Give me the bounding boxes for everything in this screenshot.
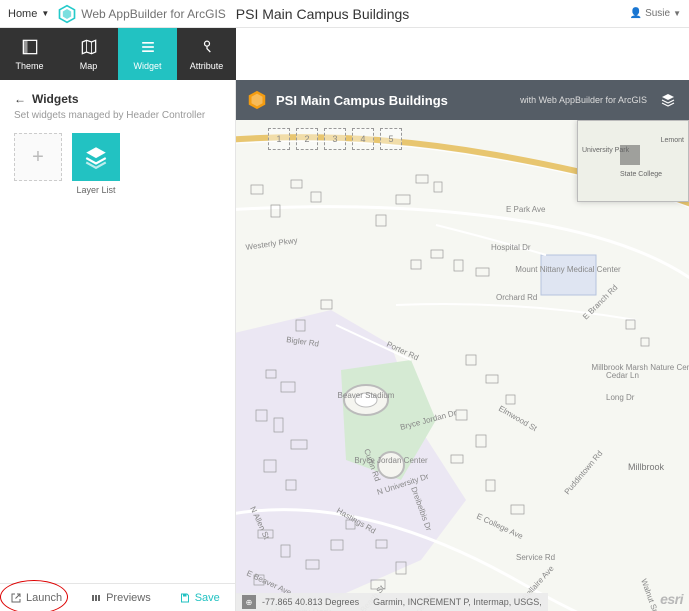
save-icon	[179, 592, 191, 604]
ov-label: University Park	[582, 147, 629, 154]
tab-map[interactable]: Map	[59, 28, 118, 80]
user-menu[interactable]: 👤 Susie ▼	[630, 8, 681, 19]
config-tabs: Theme Map Widget Attribute	[0, 28, 689, 80]
tab-attribute[interactable]: Attribute	[177, 28, 236, 80]
previews-icon	[90, 592, 102, 604]
tab-theme[interactable]: Theme	[0, 28, 59, 80]
previews-label: Previews	[106, 592, 151, 604]
coord-toggle-button[interactable]: ⊕	[242, 595, 256, 609]
save-button[interactable]: Save	[179, 592, 220, 604]
caret-down-icon: ▼	[673, 9, 681, 18]
layers-icon	[659, 91, 677, 109]
slot-3[interactable]: 3	[324, 128, 346, 150]
overview-map[interactable]: University Park State College Lemont	[577, 120, 689, 202]
layers-icon	[83, 144, 109, 170]
panel-title: Widgets	[32, 92, 79, 106]
ov-label: State College	[620, 171, 662, 178]
widget-panel: ← Widgets Set widgets managed by Header …	[0, 80, 236, 611]
road-label: Long Dr	[606, 393, 635, 402]
ov-label: Lemont	[661, 137, 684, 144]
widget-slots: 1 2 3 4 5	[268, 128, 402, 150]
map-title: PSI Main Campus Buildings	[276, 93, 448, 108]
home-link[interactable]: Home ▼	[8, 8, 49, 20]
attribution-text: Garmin, INCREMENT P, Intermap, USGS,	[373, 597, 542, 607]
user-icon: 👤	[630, 8, 642, 19]
map-label: Millbrook	[628, 462, 665, 472]
road-label: Cedar Ln	[606, 371, 639, 380]
road-label: E Park Ave	[506, 205, 546, 214]
tab-label: Attribute	[190, 61, 224, 71]
map-label: Beaver Stadium	[338, 391, 395, 400]
home-label: Home	[8, 8, 37, 20]
app-title: PSI Main Campus Buildings	[236, 6, 410, 22]
launch-label: Launch	[26, 592, 62, 604]
map-subtitle: with Web AppBuilder for ArcGIS	[520, 95, 647, 105]
esri-logo: esri	[660, 591, 683, 607]
slot-2[interactable]: 2	[296, 128, 318, 150]
launch-button[interactable]: Launch	[10, 592, 62, 604]
map-preview[interactable]: PSI Main Campus Buildings with Web AppBu…	[236, 80, 689, 611]
coords-bar: ⊕ -77.865 40.813 Degrees Garmin, INCREME…	[236, 593, 548, 611]
theme-icon	[20, 37, 40, 57]
coords-text: -77.865 40.813 Degrees	[262, 597, 359, 607]
save-label: Save	[195, 592, 220, 604]
launch-icon	[10, 592, 22, 604]
tab-label: Widget	[133, 61, 161, 71]
product-logo: Web AppBuilder for ArcGIS	[57, 4, 226, 24]
map-layers-button[interactable]	[657, 89, 679, 111]
slot-4[interactable]: 4	[352, 128, 374, 150]
product-name: Web AppBuilder for ArcGIS	[81, 7, 226, 21]
road-label: Orchard Rd	[496, 293, 537, 302]
road-label: Service Rd	[516, 553, 555, 562]
previews-button[interactable]: Previews	[90, 592, 151, 604]
map-header: PSI Main Campus Buildings with Web AppBu…	[236, 80, 689, 120]
add-widget-button[interactable]: +	[14, 133, 62, 181]
road-label: Hospital Dr	[491, 243, 531, 252]
plus-icon: +	[32, 146, 44, 169]
layer-list-widget[interactable]	[72, 133, 120, 181]
slot-1[interactable]: 1	[268, 128, 290, 150]
tab-label: Map	[80, 61, 98, 71]
tab-widget[interactable]: Widget	[118, 28, 177, 80]
back-arrow-icon[interactable]: ←	[14, 92, 26, 106]
footer-bar: Launch Previews Save ▲	[0, 583, 235, 611]
widget-label: Layer List	[72, 185, 120, 195]
wab-hex-icon	[57, 4, 77, 24]
caret-down-icon: ▼	[41, 9, 49, 18]
map-label: Mount Nittany Medical Center	[515, 265, 621, 274]
slot-5[interactable]: 5	[380, 128, 402, 150]
map-icon	[79, 37, 99, 57]
widget-icon	[138, 37, 158, 57]
attribute-icon	[197, 37, 217, 57]
user-name: Susie	[645, 8, 670, 19]
main-area: ← Widgets Set widgets managed by Header …	[0, 80, 689, 611]
map-logo-icon	[246, 89, 268, 111]
app-topbar: Home ▼ Web AppBuilder for ArcGIS PSI Mai…	[0, 0, 689, 28]
panel-subtitle: Set widgets managed by Header Controller	[14, 110, 221, 121]
tab-label: Theme	[15, 61, 43, 71]
